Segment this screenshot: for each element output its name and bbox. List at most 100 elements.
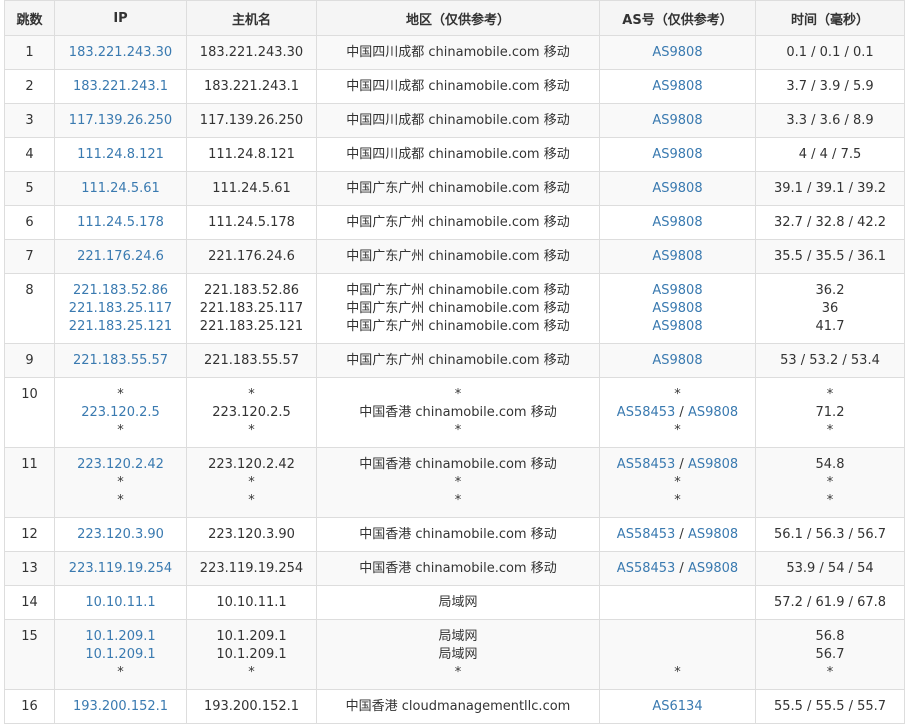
hostname-text: 183.221.243.30 xyxy=(199,45,304,60)
as-link[interactable]: AS9808 xyxy=(652,45,702,60)
as-link[interactable]: AS9808 xyxy=(652,301,702,316)
region-cell: 中国四川成都 chinamobile.com 移动 xyxy=(316,103,600,138)
as-link[interactable]: AS9808 xyxy=(652,147,702,162)
as-separator: / xyxy=(675,527,688,542)
ip-link[interactable]: 10.1.209.1 xyxy=(55,628,186,646)
region-text: 中国广东广州 chinamobile.com 移动 xyxy=(346,301,570,316)
as-link[interactable]: AS9808 xyxy=(652,283,702,298)
hostname-text: 221.183.25.117 xyxy=(199,301,304,316)
hostname-cell: 111.24.5.178 xyxy=(186,205,317,240)
ip-link[interactable]: 111.24.5.61 xyxy=(55,180,186,198)
ip-link[interactable]: 111.24.5.178 xyxy=(55,214,186,232)
time-cell: 57.2 / 61.9 / 67.8 xyxy=(755,585,905,620)
as-link[interactable]: AS9808 xyxy=(652,79,702,94)
hop-cell: 12 xyxy=(4,517,55,552)
as-link[interactable]: AS9808 xyxy=(688,457,738,472)
ip-link[interactable]: 223.120.3.90 xyxy=(55,526,186,544)
time-text: 53 / 53.2 / 53.4 xyxy=(780,353,880,368)
as-link[interactable]: AS9808 xyxy=(652,353,702,368)
table-row: 8 221.183.52.86 221.183.25.117 221.183.25.1… xyxy=(4,273,905,344)
ip-cell: 183.221.243.30 xyxy=(54,35,187,70)
table-row: 1 183.221.243.30 183.221.243.30 中国四川成都 chin… xyxy=(4,35,905,70)
hostname-text: 10.1.209.1 xyxy=(216,647,287,662)
ip-cell: 221.176.24.6 xyxy=(54,239,187,274)
header-region: 地区（仅供参考） xyxy=(316,0,600,36)
hostname-cell: 223.120.2.42 * * xyxy=(186,447,317,518)
region-text: 中国广东广州 chinamobile.com 移动 xyxy=(346,181,570,196)
time-cell: 35.5 / 35.5 / 36.1 xyxy=(755,239,905,274)
time-cell: 39.1 / 39.1 / 39.2 xyxy=(755,171,905,206)
hostname-cell: 223.120.3.90 xyxy=(186,517,317,552)
hop-cell: 14 xyxy=(4,585,55,620)
hop-number: 14 xyxy=(21,595,38,610)
ip-link[interactable]: 223.119.19.254 xyxy=(55,560,186,578)
region-cell: 中国广东广州 chinamobile.com 移动 xyxy=(316,343,600,378)
as-link[interactable]: AS9808 xyxy=(652,181,702,196)
region-cell: 中国香港 cloudmanagementllc.com xyxy=(316,689,600,724)
ip-link[interactable]: 117.139.26.250 xyxy=(55,112,186,130)
ip-link[interactable]: 183.221.243.1 xyxy=(55,78,186,96)
hostname-text: 10.10.11.1 xyxy=(216,595,287,610)
as-link[interactable]: AS6134 xyxy=(652,699,702,714)
time-cell: * 71.2 * xyxy=(755,377,905,448)
region-text: 中国香港 chinamobile.com 移动 xyxy=(359,527,557,542)
time-cell: 3.7 / 3.9 / 5.9 xyxy=(755,69,905,104)
time-text: * xyxy=(826,475,834,490)
as-cell xyxy=(599,585,756,620)
ip-link[interactable]: 221.176.24.6 xyxy=(55,248,186,266)
ip-link[interactable]: 10.10.11.1 xyxy=(55,594,186,612)
as-link[interactable]: AS9808 xyxy=(652,249,702,264)
ip-link[interactable]: 223.120.2.5 xyxy=(55,404,186,422)
as-link[interactable]: AS58453 xyxy=(617,527,676,542)
as-line: AS9808 xyxy=(600,44,755,62)
traceroute-table: 跳数 IP 主机名 地区（仅供参考） AS号（仅供参考） 时间（毫秒） 1 183… xyxy=(4,0,905,724)
time-cell: 32.7 / 32.8 / 42.2 xyxy=(755,205,905,240)
ip-cell: 223.120.2.42 * * xyxy=(54,447,187,518)
hostname-text: 111.24.8.121 xyxy=(208,147,295,162)
table-row: 4 111.24.8.121 111.24.8.121 中国四川成都 chinamob… xyxy=(4,137,905,172)
as-line: * xyxy=(600,664,755,682)
as-line: AS9808 xyxy=(600,112,755,130)
as-link[interactable]: AS9808 xyxy=(688,405,738,420)
region-cell: 中国香港 chinamobile.com 移动 * * xyxy=(316,447,600,518)
as-link[interactable]: AS9808 xyxy=(652,113,702,128)
as-cell: AS9808 xyxy=(599,343,756,378)
hostname-text: 221.183.52.86 xyxy=(203,283,300,298)
ip-link[interactable]: 193.200.152.1 xyxy=(55,698,186,716)
hostname-text: 223.120.3.90 xyxy=(208,527,295,542)
as-link[interactable]: AS9808 xyxy=(688,527,738,542)
as-link[interactable]: AS9808 xyxy=(688,561,738,576)
region-cell: 局域网 xyxy=(316,585,600,620)
time-text: 56.8 xyxy=(815,629,845,644)
time-text: * xyxy=(826,665,834,680)
hop-cell: 8 xyxy=(4,273,55,344)
region-cell: 中国广东广州 chinamobile.com 移动 xyxy=(316,171,600,206)
as-placeholder: * xyxy=(674,475,681,490)
hop-number: 11 xyxy=(21,457,38,472)
as-link[interactable]: AS58453 xyxy=(617,561,676,576)
ip-link[interactable]: 111.24.8.121 xyxy=(55,146,186,164)
as-line: AS58453 / AS9808 xyxy=(600,404,755,422)
as-link[interactable]: AS9808 xyxy=(652,319,702,334)
ip-cell: 111.24.8.121 xyxy=(54,137,187,172)
as-line: * xyxy=(600,422,755,440)
ip-link[interactable]: 221.183.52.86 xyxy=(55,282,186,300)
ip-link[interactable]: 183.221.243.30 xyxy=(55,44,186,62)
ip-link[interactable]: 10.1.209.1 xyxy=(55,646,186,664)
hostname-text: * xyxy=(248,423,255,438)
region-text: 局域网 xyxy=(438,595,478,610)
as-link[interactable]: AS58453 xyxy=(617,405,676,420)
ip-link[interactable]: 221.183.25.121 xyxy=(55,318,186,336)
as-link[interactable]: AS58453 xyxy=(617,457,676,472)
ip-link[interactable]: 221.183.25.117 xyxy=(55,300,186,318)
as-line: AS9808 xyxy=(600,318,755,336)
as-link[interactable]: AS9808 xyxy=(652,215,702,230)
time-cell: 56.8 56.7 * xyxy=(755,619,905,690)
ip-link[interactable]: 223.120.2.42 xyxy=(55,456,186,474)
region-cell: 中国香港 chinamobile.com 移动 xyxy=(316,551,600,586)
ip-link[interactable]: 221.183.55.57 xyxy=(55,352,186,370)
time-cell: 0.1 / 0.1 / 0.1 xyxy=(755,35,905,70)
ip-cell: 10.1.209.1 10.1.209.1 * xyxy=(54,619,187,690)
table-row: 3 117.139.26.250 117.139.26.250 中国四川成都 chin… xyxy=(4,103,905,138)
header-hop: 跳数 xyxy=(4,0,55,36)
